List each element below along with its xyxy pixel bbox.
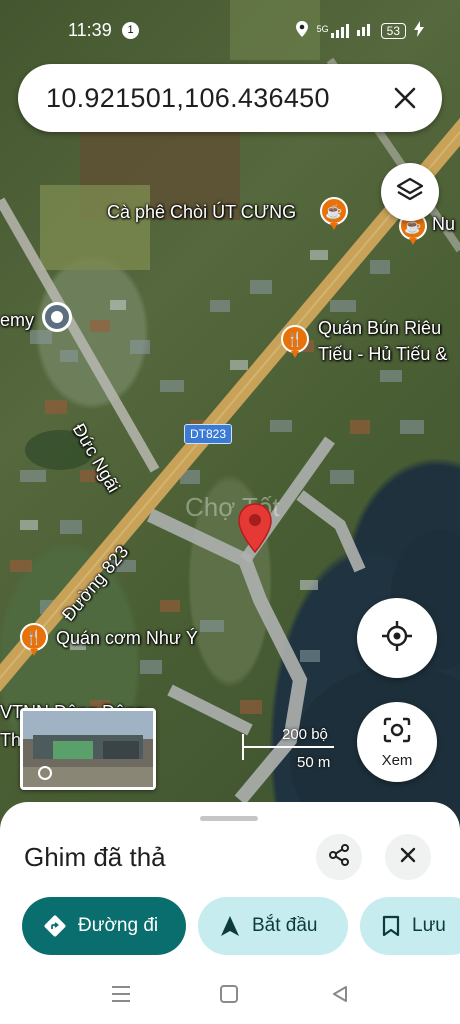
save-label: Lưu [412,915,446,936]
menu-icon[interactable] [110,984,132,1009]
layers-button[interactable] [381,163,439,221]
notification-badge: 1 [122,22,139,39]
layers-icon [395,175,425,210]
status-bar: 11:39 1 5G 53 [0,0,460,60]
sheet-title: Ghim đã thả [24,842,166,872]
transit-icon[interactable] [42,302,72,332]
signal-icon: 5G [317,23,349,38]
status-time: 11:39 [68,20,112,40]
battery-icon: 53 [380,22,406,39]
poi-label-bun-rieu-2[interactable]: Tiếu - Hủ Tiếu & [318,344,447,365]
bookmark-icon [382,915,400,937]
directions-icon [44,915,66,937]
sheet-drag-handle[interactable] [200,816,258,821]
locate-icon [380,619,414,658]
start-label: Bắt đầu [252,915,318,936]
restaurant-icon[interactable]: 🍴 [20,623,48,656]
dropped-pin-icon[interactable] [237,502,273,561]
poi-label-emy[interactable]: emy [0,310,34,331]
poi-label-cafe[interactable]: Cà phê Chòi ÚT CƯNG [107,202,296,223]
map-scale: 200 bộ 50 m [242,726,342,774]
poi-label-com-nhu-y[interactable]: Quán cơm Như Ý [56,628,198,649]
search-bar[interactable]: 10.921501,106.436450 [18,64,442,132]
search-query[interactable]: 10.921501,106.436450 [46,83,330,114]
cafe-icon[interactable]: ☕ [320,197,348,230]
street-view-thumbnail[interactable] [20,708,156,790]
directions-label: Đường đi [78,915,159,936]
restaurant-icon[interactable]: 🍴 [281,325,309,358]
directions-button[interactable]: Đường đi [22,897,186,955]
navigation-icon [220,915,240,937]
my-location-button[interactable] [357,598,437,678]
lens-icon [382,716,412,749]
poi-label-nu[interactable]: Nu [432,214,455,235]
lens-label: Xem [381,751,413,769]
share-icon [327,843,351,872]
road-shield-dt823: DT823 [184,424,233,444]
poi-label-bun-rieu[interactable]: Quán Bún Riêu [318,318,441,339]
close-icon [397,844,419,871]
share-button[interactable] [316,834,362,880]
location-icon [295,20,309,41]
home-icon[interactable] [219,984,239,1009]
close-sheet-button[interactable] [385,834,431,880]
wifi-icon [356,22,373,39]
scale-metric: 50 m [297,754,331,771]
lens-button[interactable]: Xem [357,702,437,782]
back-icon[interactable] [330,984,350,1009]
system-nav-bar [0,972,460,1024]
start-button[interactable]: Bắt đầu [198,897,348,955]
poi-label-partial-2[interactable]: Th [0,730,21,751]
charging-icon [414,21,424,40]
save-button[interactable]: Lưu [360,897,460,955]
scale-imperial: 200 bộ [282,726,328,743]
close-icon[interactable] [388,81,422,115]
